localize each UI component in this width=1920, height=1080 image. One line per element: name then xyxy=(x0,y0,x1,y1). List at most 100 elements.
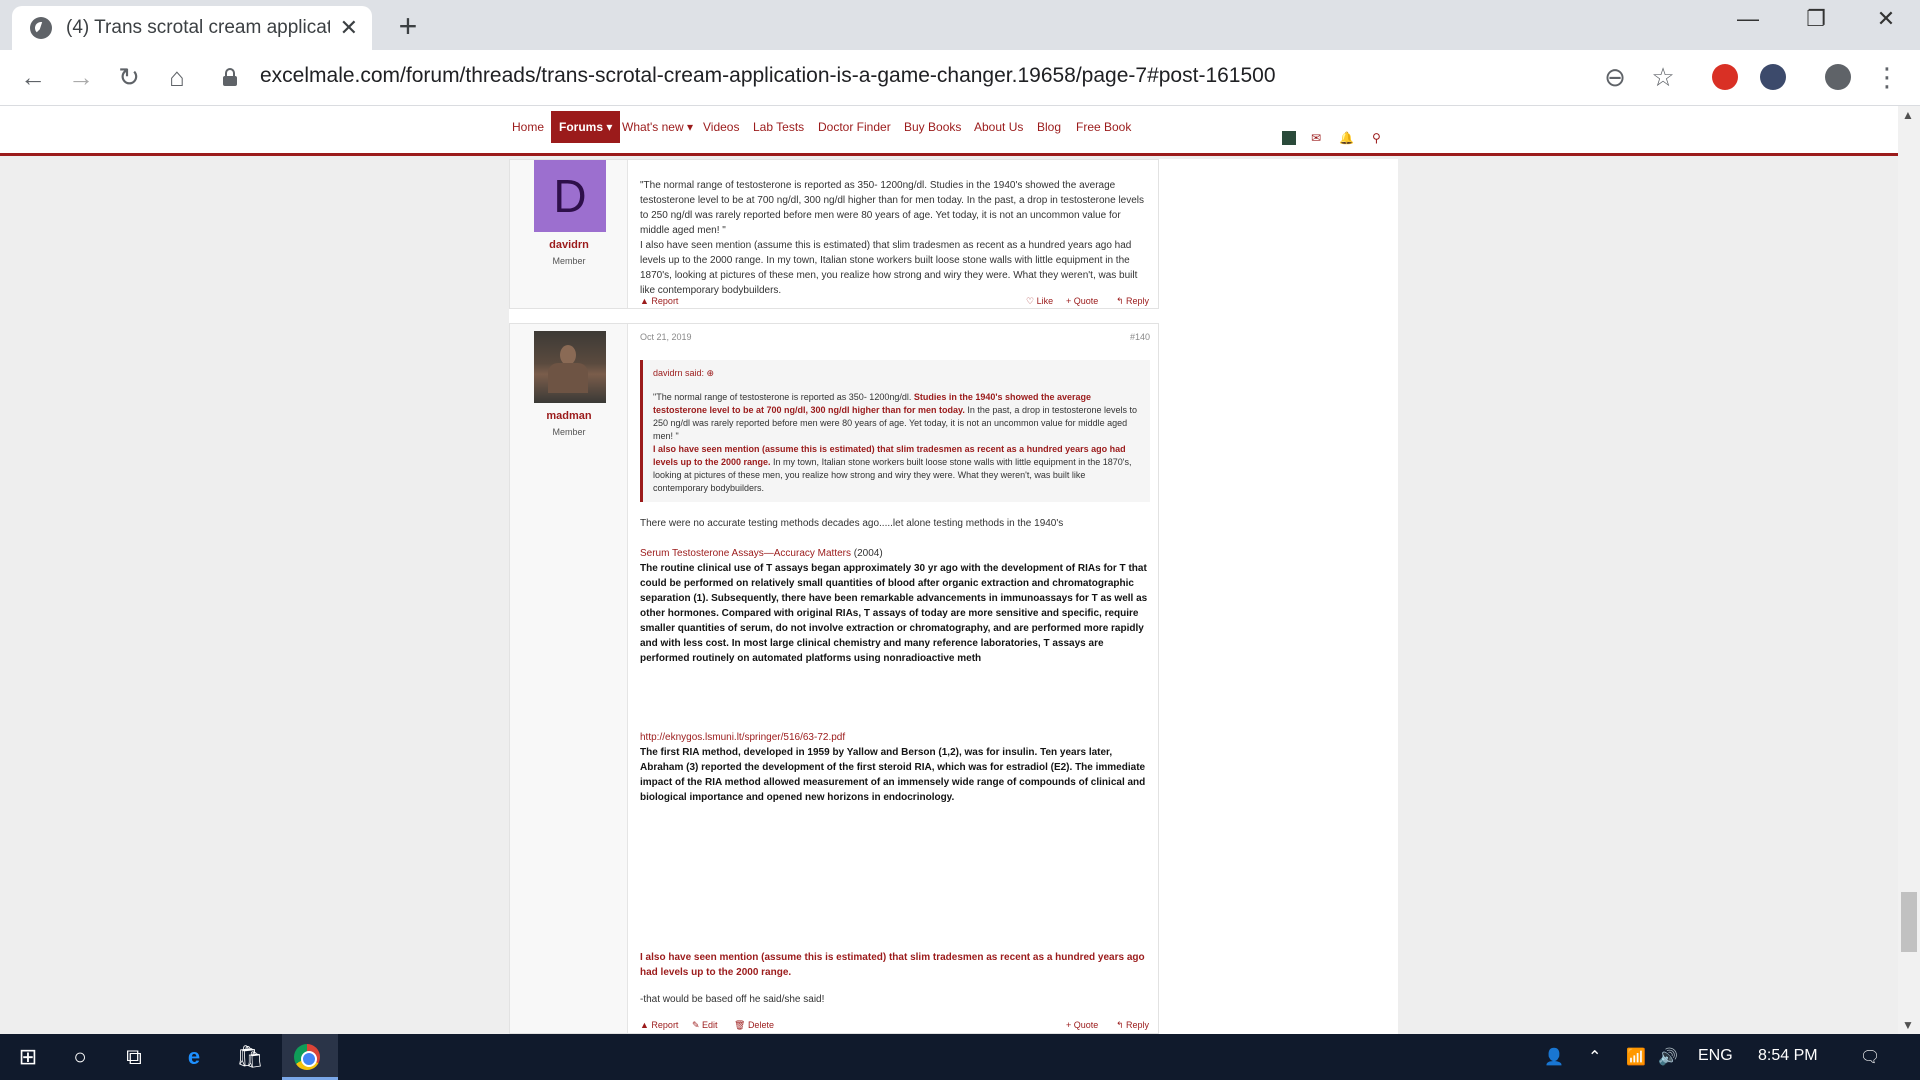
quote-body: "The normal range of testosterone is rep… xyxy=(653,391,1140,495)
people-icon[interactable]: 👤 xyxy=(1544,1047,1564,1067)
page-viewport: Home Forums ▾ What's new ▾ Videos Lab Te… xyxy=(0,106,1920,1034)
nav-about-us[interactable]: About Us xyxy=(974,116,1023,138)
avatar[interactable]: D xyxy=(534,160,606,232)
reference-1: Serum Testosterone Assays—Accuracy Matte… xyxy=(640,546,1150,666)
nav-videos[interactable]: Videos xyxy=(703,116,739,138)
new-tab-button[interactable]: + xyxy=(390,8,426,45)
restore-button[interactable]: ❐ xyxy=(1796,6,1836,32)
like-label: Like xyxy=(1036,296,1054,306)
nav-lab-tests[interactable]: Lab Tests xyxy=(753,116,804,138)
post-madman: madman Member Oct 21, 2019 #140 davidrn … xyxy=(509,323,1159,1034)
browser-tab[interactable]: (4) Trans scrotal cream applicatio ✕ xyxy=(12,6,372,50)
page-scrollbar[interactable]: ▲ ▼ xyxy=(1898,106,1920,1034)
edge-browser-icon[interactable]: e xyxy=(174,1044,214,1070)
clock[interactable]: 8:54 PM xyxy=(1758,1047,1818,1065)
cortana-search-icon[interactable]: ○ xyxy=(60,1044,100,1070)
reply-button[interactable]: ↰ Reply xyxy=(1116,296,1149,307)
window-close-button[interactable]: ✕ xyxy=(1866,6,1906,32)
chrome-icon[interactable] xyxy=(294,1044,320,1070)
like-button[interactable]: ♡ Like xyxy=(1026,296,1053,307)
scroll-up-arrow-icon[interactable]: ▲ xyxy=(1902,108,1914,122)
delete-label: Delete xyxy=(747,1020,774,1030)
search-icon[interactable]: ⚲ xyxy=(1372,131,1381,145)
username[interactable]: madman xyxy=(510,410,628,422)
post-davidrn: D davidrn Member "The normal range of te… xyxy=(509,159,1159,309)
quote-button[interactable]: + Quote xyxy=(1066,1020,1098,1030)
quote-attribution[interactable]: davidrn said: ⊕ xyxy=(653,368,1140,379)
nav-whats-new[interactable]: What's new ▾ xyxy=(622,116,693,138)
post-user-panel: D davidrn Member xyxy=(510,160,628,308)
forward-button[interactable]: → xyxy=(64,62,98,92)
reference-body: The first RIA method, developed in 1959 … xyxy=(640,747,1146,803)
edit-button[interactable]: ✎ Edit xyxy=(692,1020,718,1031)
user-role: Member xyxy=(552,256,586,266)
bookmark-star-icon[interactable]: ☆ xyxy=(1646,62,1680,92)
windows-taskbar: ⊞ ○ ⧉ e 🛍 👤 ⌃ 📶 🔊 ENG 8:54 PM 🗨 xyxy=(0,1034,1920,1080)
post-paragraph: I also have seen mention (assume this is… xyxy=(640,240,1138,296)
quote-text: "The normal range of testosterone is rep… xyxy=(653,392,914,402)
tab-close-icon[interactable]: ✕ xyxy=(340,15,358,41)
volume-icon[interactable]: 🔊 xyxy=(1658,1047,1678,1067)
home-button[interactable]: ⌂ xyxy=(160,62,194,92)
post-user-panel: madman Member xyxy=(510,324,628,1033)
highlighted-quote: I also have seen mention (assume this is… xyxy=(640,952,1145,978)
tray-chevron-icon[interactable]: ⌃ xyxy=(1588,1047,1601,1067)
quote-button[interactable]: + Quote xyxy=(1066,296,1098,306)
profile-avatar-icon[interactable] xyxy=(1825,64,1851,90)
site-nav: Home Forums ▾ What's new ▾ Videos Lab Te… xyxy=(0,106,1898,156)
minimize-button[interactable]: — xyxy=(1728,6,1768,32)
reference-2: http://eknygos.lsmuni.lt/springer/516/63… xyxy=(640,730,1150,805)
action-center-icon[interactable]: 🗨 xyxy=(1860,1047,1880,1067)
conversations-icon[interactable]: ✉ xyxy=(1311,131,1321,145)
post-date[interactable]: Oct 21, 2019 xyxy=(640,332,692,342)
post-body-line: There were no accurate testing methods d… xyxy=(640,518,1064,529)
extension-cursor-icon[interactable] xyxy=(1760,64,1786,90)
extension-icon[interactable] xyxy=(1712,64,1738,90)
user-avatar-icon[interactable] xyxy=(1282,131,1296,145)
reload-button[interactable]: ↻ xyxy=(112,62,146,92)
report-button[interactable]: ▲ Report xyxy=(640,296,678,306)
wifi-icon[interactable]: 📶 xyxy=(1626,1047,1646,1067)
pdf-link[interactable]: http://eknygos.lsmuni.lt/springer/516/63… xyxy=(640,730,1150,745)
browser-tabstrip: (4) Trans scrotal cream applicatio ✕ + —… xyxy=(0,0,1920,50)
tab-title: (4) Trans scrotal cream applicatio xyxy=(66,17,330,38)
lock-icon[interactable] xyxy=(223,68,237,86)
store-icon[interactable]: 🛍 xyxy=(230,1044,270,1070)
nav-free-book[interactable]: Free Book xyxy=(1076,116,1131,138)
back-button[interactable]: ← xyxy=(16,62,50,92)
address-bar[interactable]: excelmale.com/forum/threads/trans-scrota… xyxy=(260,64,1276,88)
reference-body: The routine clinical use of T assays beg… xyxy=(640,563,1148,664)
report-button[interactable]: ▲ Report xyxy=(640,1020,678,1030)
alerts-bell-icon[interactable]: 🔔 xyxy=(1339,131,1354,145)
browser-toolbar: ← → ↻ ⌂ excelmale.com/forum/threads/tran… xyxy=(0,50,1920,106)
nav-doctor-finder[interactable]: Doctor Finder xyxy=(818,116,891,138)
report-label: Report xyxy=(651,1020,679,1030)
reference-year: (2004) xyxy=(851,548,883,559)
nav-home[interactable]: Home xyxy=(512,116,544,138)
browser-menu-icon[interactable]: ⋮ xyxy=(1870,62,1904,92)
quote-block: davidrn said: ⊕ "The normal range of tes… xyxy=(640,360,1150,502)
avatar[interactable] xyxy=(534,331,606,403)
thread-content: D davidrn Member "The normal range of te… xyxy=(509,159,1398,1034)
scrollbar-thumb[interactable] xyxy=(1901,892,1917,952)
windows-start-icon[interactable]: ⊞ xyxy=(8,1044,48,1070)
language-indicator[interactable]: ENG xyxy=(1698,1047,1733,1065)
delete-button[interactable]: 🗑 Delete xyxy=(734,1020,774,1031)
user-role: Member xyxy=(552,427,586,437)
post-body: "The normal range of testosterone is rep… xyxy=(640,178,1150,298)
edit-label: Edit xyxy=(702,1020,718,1030)
reference-link[interactable]: Serum Testosterone Assays—Accuracy Matte… xyxy=(640,548,851,559)
post-number[interactable]: #140 xyxy=(1130,332,1150,342)
reply-button[interactable]: ↰ Reply xyxy=(1116,1020,1149,1031)
report-label: Report xyxy=(651,296,679,306)
globe-icon xyxy=(30,17,52,39)
nav-forums[interactable]: Forums ▾ xyxy=(551,111,621,143)
zoom-icon[interactable]: ⊖ xyxy=(1598,62,1632,92)
nav-buy-books[interactable]: Buy Books xyxy=(904,116,961,138)
nav-blog[interactable]: Blog xyxy=(1037,116,1061,138)
scroll-down-arrow-icon[interactable]: ▼ xyxy=(1902,1018,1914,1032)
username[interactable]: davidrn xyxy=(510,239,628,251)
post-paragraph: "The normal range of testosterone is rep… xyxy=(640,180,1145,236)
closing-remark: -that would be based off he said/she sai… xyxy=(640,994,825,1005)
task-view-icon[interactable]: ⧉ xyxy=(114,1044,154,1070)
